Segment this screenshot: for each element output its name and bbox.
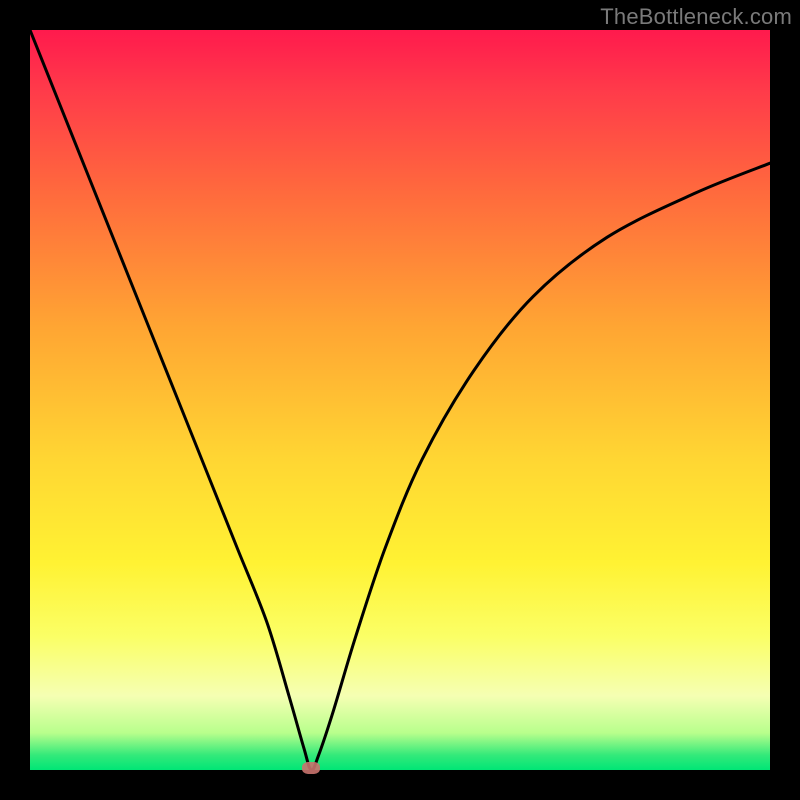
minimum-marker [302, 762, 320, 774]
plot-area [30, 30, 770, 770]
bottleneck-curve [30, 30, 770, 770]
chart-frame: TheBottleneck.com [0, 0, 800, 800]
watermark-text: TheBottleneck.com [600, 4, 792, 30]
